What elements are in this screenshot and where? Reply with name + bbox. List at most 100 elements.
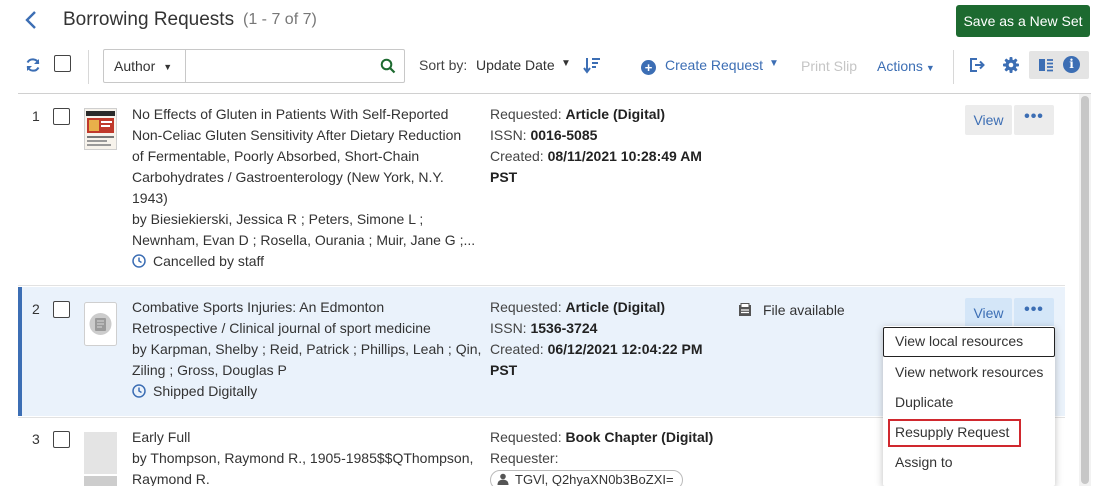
clock-icon	[132, 253, 146, 268]
request-metadata: Requested: Article (Digital) ISSN: 0016-…	[490, 104, 720, 188]
request-status: Cancelled by staff	[132, 251, 482, 272]
author-line: Ziling ; Gross, Douglas P	[132, 362, 287, 378]
row-actions: View •••	[965, 298, 1055, 328]
created-label: Created:	[490, 341, 544, 357]
request-details: No Effects of Gluten in Patients With Se…	[132, 104, 482, 272]
toolbar-bottom-border	[18, 93, 1091, 94]
select-all-checkbox[interactable]	[54, 55, 71, 72]
title-line: Carbohydrates / Gastroenterology (New Yo…	[132, 169, 444, 185]
requested-label: Requested:	[490, 106, 562, 122]
chevron-left-icon[interactable]	[24, 8, 44, 32]
caret-down-icon[interactable]: ▼	[561, 58, 571, 69]
export-icon[interactable]	[968, 56, 986, 74]
requester-value: TGVl, Q2hyaXN0b3BoZXI=	[515, 472, 674, 486]
scrollbar-thumb[interactable]	[1081, 96, 1089, 484]
person-icon	[497, 472, 509, 485]
title-line: Early Full	[132, 429, 191, 445]
refresh-icon[interactable]	[24, 57, 42, 75]
request-title-link[interactable]: No Effects of Gluten in Patients With Se…	[132, 104, 482, 209]
created-value: 08/11/2021 10:28:49 AM	[547, 148, 702, 164]
requested-value: Article (Digital)	[565, 106, 666, 122]
issn-label: ISSN:	[490, 127, 527, 143]
issn-label: ISSN:	[490, 320, 527, 336]
more-actions-button[interactable]: •••	[1014, 105, 1054, 135]
results-scrollbar[interactable]	[1079, 94, 1091, 486]
clock-icon	[132, 383, 146, 398]
row-number: 2	[32, 301, 40, 317]
title-line: Combative Sports Injuries: An Edmonton	[132, 299, 385, 315]
toolbar-divider	[88, 50, 89, 84]
create-request-button[interactable]: + Create Request	[641, 57, 763, 75]
author-line: by Karpman, Shelby ; Reid, Patrick ; Phi…	[132, 341, 482, 357]
row-actions-menu: View local resources View network resour…	[883, 326, 1055, 486]
requester-label: Requester:	[490, 450, 559, 466]
journal-cover-thumbnail[interactable]	[84, 108, 117, 150]
requested-value: Book Chapter (Digital)	[565, 429, 714, 445]
split-view-icon[interactable]	[1038, 57, 1054, 73]
book-thumbnail[interactable]	[84, 432, 117, 486]
issn-value: 0016-5085	[530, 127, 598, 143]
row-actions: View •••	[965, 105, 1055, 135]
title-line: No Effects of Gluten in Patients With Se…	[132, 106, 449, 122]
request-status: Shipped Digitally	[132, 381, 482, 402]
create-request-label: Create Request	[665, 57, 764, 73]
gear-icon[interactable]	[1002, 56, 1020, 74]
title-line: of Fermentable, Poorly Absorbed, Short-C…	[132, 148, 420, 164]
created-timezone: PST	[490, 362, 518, 378]
request-title-link[interactable]: Early Full	[132, 427, 482, 448]
sort-descending-icon[interactable]	[583, 56, 601, 74]
request-details: Combative Sports Injuries: An Edmonton R…	[132, 297, 482, 402]
actions-label: Actions	[877, 58, 923, 74]
search-field-select[interactable]: Author ▼	[104, 50, 186, 82]
menu-item-duplicate[interactable]: Duplicate	[883, 387, 1055, 417]
issn-value: 1536-3724	[530, 320, 598, 336]
row-number: 3	[32, 431, 40, 447]
title-line: Retrospective / Clinical journal of spor…	[132, 320, 431, 336]
caret-down-icon: ▼	[163, 62, 173, 72]
print-slip-button[interactable]: Print Slip	[801, 58, 857, 74]
requested-label: Requested:	[490, 429, 562, 445]
info-icon[interactable]: i	[1063, 56, 1080, 73]
more-actions-button[interactable]: •••	[1014, 298, 1054, 328]
title-line: Non-Celiac Gluten Sensitivity After Diet…	[132, 127, 462, 143]
status-text: Cancelled by staff	[153, 253, 265, 269]
article-thumbnail[interactable]	[84, 302, 117, 346]
actions-menu[interactable]: Actions ▼	[877, 58, 935, 74]
created-label: Created:	[490, 148, 544, 164]
sort-by-select[interactable]: Update Date	[476, 57, 555, 73]
file-available-indicator: File available	[738, 302, 845, 318]
toolbar: Author ▼ Sort by: Update Date ▼ + Create R…	[0, 46, 1109, 88]
file-icon	[738, 303, 752, 317]
author-line: by Thompson, Raymond R., 1905-1985$$QTho…	[132, 450, 474, 466]
search-icon[interactable]	[380, 58, 396, 74]
row-divider	[18, 285, 1065, 286]
caret-down-icon: ▼	[925, 63, 935, 73]
menu-item-assign-to[interactable]: Assign to	[883, 447, 1055, 477]
created-timezone: PST	[490, 169, 518, 185]
plus-circle-icon: +	[641, 60, 656, 75]
view-button[interactable]: View	[965, 298, 1012, 328]
caret-down-icon[interactable]: ▼	[769, 58, 779, 69]
search-input[interactable]	[188, 52, 368, 80]
sort-label: Sort by:	[419, 57, 468, 73]
row-checkbox[interactable]	[53, 431, 70, 448]
menu-item-view-network-resources[interactable]: View network resources	[883, 357, 1055, 387]
request-metadata: Requested: Book Chapter (Digital) Reques…	[490, 427, 730, 486]
request-title-link[interactable]: Combative Sports Injuries: An Edmonton R…	[132, 297, 482, 339]
search-box: Author ▼	[103, 49, 405, 83]
row-checkbox[interactable]	[53, 301, 70, 318]
view-button[interactable]: View	[965, 105, 1012, 135]
author-line: Newnham, Evan D ; Rosella, Ourania ; Mui…	[132, 232, 476, 248]
save-as-new-set-button[interactable]: Save as a New Set	[956, 5, 1090, 37]
requester-chip[interactable]: TGVl, Q2hyaXN0b3BoZXI=	[490, 470, 683, 486]
requested-label: Requested:	[490, 299, 562, 315]
status-text: Shipped Digitally	[153, 383, 258, 399]
menu-item-view-local-resources[interactable]: View local resources	[883, 327, 1055, 357]
author-line: Raymond R.	[132, 471, 210, 486]
row-checkbox[interactable]	[53, 108, 70, 125]
page-title: Borrowing Requests	[63, 9, 235, 30]
request-metadata: Requested: Article (Digital) ISSN: 1536-…	[490, 297, 720, 381]
resupply-highlight-annotation	[888, 419, 1021, 447]
requested-value: Article (Digital)	[565, 299, 666, 315]
toolbar-divider	[953, 50, 954, 84]
